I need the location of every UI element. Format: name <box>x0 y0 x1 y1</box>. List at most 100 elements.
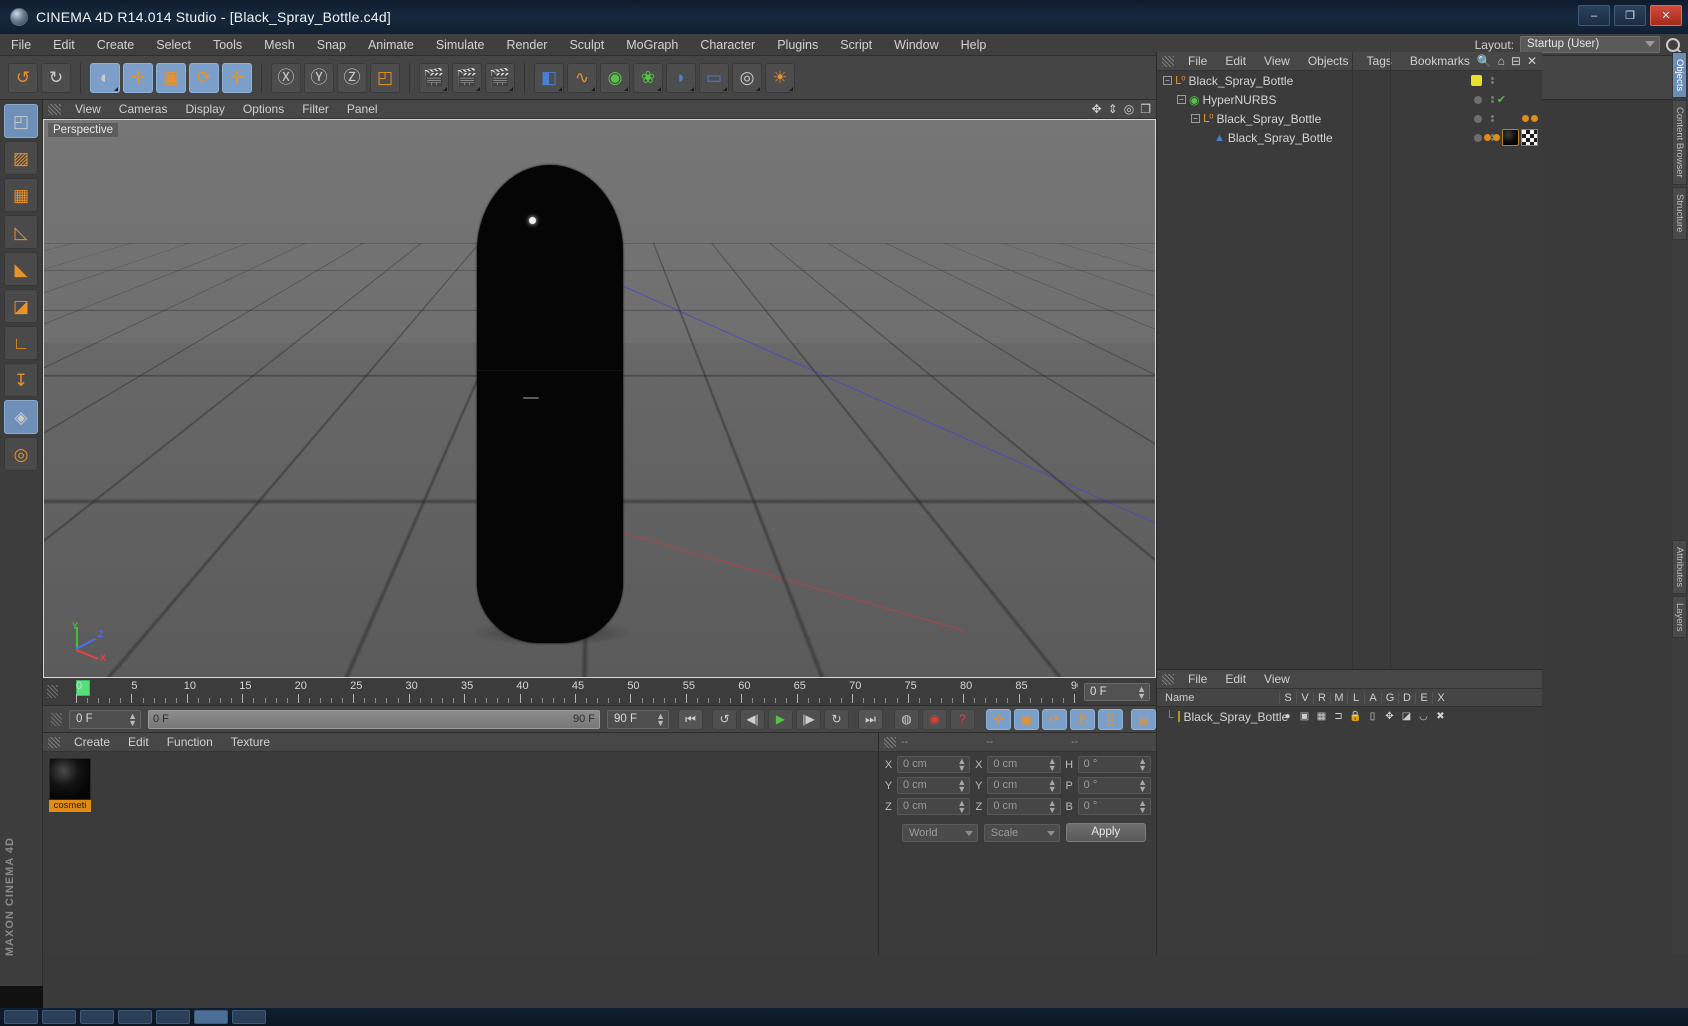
layer-cell-r[interactable]: ▦ <box>1313 711 1330 722</box>
spinner-icon[interactable]: ▲ ▼ <box>128 711 137 727</box>
menu-mesh[interactable]: Mesh <box>253 34 306 56</box>
panel-grip-icon[interactable] <box>1162 673 1174 685</box>
timeline-toggle-button[interactable]: ▤ <box>1131 708 1156 730</box>
viewport-menu-panel[interactable]: Panel <box>338 100 387 119</box>
zoom-icon[interactable]: ⇕ <box>1108 102 1118 116</box>
spinner-icon[interactable]: ▲ ▼ <box>1138 778 1147 794</box>
layer-cell-s[interactable]: ● <box>1279 711 1296 722</box>
minimize-button[interactable]: – <box>1578 5 1610 26</box>
spinner-icon[interactable]: ▲ ▼ <box>1048 757 1057 773</box>
menu-character[interactable]: Character <box>689 34 766 56</box>
black-spray-bottle-model[interactable] <box>477 165 623 643</box>
menu-mograph[interactable]: MoGraph <box>615 34 689 56</box>
workplane-button[interactable]: ∟ <box>4 326 38 360</box>
viewport-menu-view[interactable]: View <box>66 100 110 119</box>
taskbar-item[interactable] <box>80 1010 114 1024</box>
spinner-icon[interactable]: ▲ ▼ <box>957 757 966 773</box>
layer-menu-view[interactable]: View <box>1255 670 1299 689</box>
apply-button[interactable]: Apply <box>1065 823 1146 842</box>
menu-create[interactable]: Create <box>86 34 146 56</box>
layer-cell-x[interactable]: ✖ <box>1432 711 1449 722</box>
object-menu-objects[interactable]: Objects <box>1299 52 1358 71</box>
current-frame-field[interactable]: 0 F ▲ ▼ <box>1084 682 1150 701</box>
next-key-button[interactable]: ↻ <box>824 708 849 730</box>
layer-row[interactable]: └ Black_Spray_Bottle ● ▣ ▦ ⊐ 🔒 ▯ ✥ ◪ ◡ ✖ <box>1157 707 1542 726</box>
playback-end-field[interactable]: 90 F ▲ ▼ <box>607 709 669 729</box>
timeline-trackbar[interactable]: 0 F 90 F <box>148 709 600 729</box>
panel-grip-icon[interactable] <box>48 103 61 115</box>
coordinate-system-dropdown[interactable]: World <box>902 823 978 842</box>
menu-edit[interactable]: Edit <box>42 34 86 56</box>
add-environment-button[interactable]: ▭ <box>699 62 729 93</box>
viewport-canvas[interactable]: Perspective Y X Z <box>43 119 1156 678</box>
viewport-menu-filter[interactable]: Filter <box>293 100 338 119</box>
taskbar-item-active[interactable] <box>194 1010 228 1024</box>
live-selection-button[interactable]: ◐ <box>90 62 120 93</box>
material-menu-edit[interactable]: Edit <box>119 733 158 752</box>
record-position-button[interactable]: ✛ <box>986 708 1011 730</box>
side-tab-attributes[interactable]: Attributes <box>1672 539 1687 594</box>
menu-tools[interactable]: Tools <box>202 34 253 56</box>
maximize-view-icon[interactable]: ❐ <box>1140 102 1151 116</box>
menu-sculpt[interactable]: Sculpt <box>558 34 615 56</box>
enable-axis-button[interactable]: ↧ <box>4 363 38 397</box>
taskbar-item[interactable] <box>4 1010 38 1024</box>
polygons-mode-button[interactable]: ◣ <box>4 252 38 286</box>
spinner-icon[interactable]: ▲ ▼ <box>1138 799 1147 815</box>
points-mode-button[interactable]: ▦ <box>4 178 38 212</box>
layer-menu-file[interactable]: File <box>1179 670 1216 689</box>
object-world-axis-button[interactable]: ◰ <box>370 62 400 93</box>
taskbar-item[interactable] <box>118 1010 152 1024</box>
panel-grip-icon[interactable] <box>884 736 896 748</box>
menu-animate[interactable]: Animate <box>357 34 425 56</box>
transform-mode-dropdown[interactable]: Scale <box>983 823 1060 842</box>
autokey-toggle-button[interactable]: ◍ <box>894 708 919 730</box>
position-z-field[interactable]: 0 cm ▲ ▼ <box>897 798 971 815</box>
spinner-icon[interactable]: ▲ ▼ <box>1048 778 1057 794</box>
viewport-menu-options[interactable]: Options <box>234 100 293 119</box>
layer-cell-a[interactable]: ▯ <box>1364 711 1381 722</box>
panel-grip-icon[interactable] <box>51 712 62 726</box>
record-rotation-button[interactable]: ⟳ <box>1042 708 1067 730</box>
layout-dropdown[interactable]: Startup (User) <box>1520 36 1660 53</box>
move-tool-button[interactable]: ✛ <box>123 62 153 93</box>
menu-select[interactable]: Select <box>145 34 202 56</box>
step-forward-button[interactable]: |▶ <box>796 708 821 730</box>
render-view-button[interactable]: 🎬 <box>419 62 449 93</box>
spinner-icon[interactable]: ▲ ▼ <box>1138 757 1147 773</box>
material-menu-texture[interactable]: Texture <box>222 733 279 752</box>
record-active-objects-button[interactable]: ◉ <box>922 708 947 730</box>
add-deformer-button[interactable]: ◗ <box>666 62 696 93</box>
layer-cell-d[interactable]: ◪ <box>1398 711 1415 722</box>
layer-cell-v[interactable]: ▣ <box>1296 711 1313 722</box>
rotate-tool-button[interactable]: ⟳ <box>189 62 219 93</box>
layer-name-cell[interactable]: └ Black_Spray_Bottle <box>1157 710 1288 724</box>
add-nurbs-button[interactable]: ◉ <box>600 62 630 93</box>
record-scale-button[interactable]: ▣ <box>1014 708 1039 730</box>
add-modeling-object-button[interactable]: ❀ <box>633 62 663 93</box>
rotation-p-field[interactable]: 0 ° ▲ ▼ <box>1077 777 1151 794</box>
lock-x-axis-button[interactable]: Ⓧ <box>271 62 301 93</box>
lock-y-axis-button[interactable]: Ⓨ <box>304 62 334 93</box>
viewport-menu-cameras[interactable]: Cameras <box>110 100 177 119</box>
previous-key-button[interactable]: ↺ <box>712 708 737 730</box>
add-camera-button[interactable]: ◎ <box>732 62 762 93</box>
render-settings-button[interactable]: 🎬 <box>485 62 515 93</box>
spinner-icon[interactable]: ▲ ▼ <box>957 778 966 794</box>
spinner-icon[interactable]: ▲ ▼ <box>656 711 665 727</box>
layer-cell-e[interactable]: ◡ <box>1415 711 1432 722</box>
layer-cell-m[interactable]: ⊐ <box>1330 711 1347 722</box>
render-region-button[interactable]: 🎬 <box>452 62 482 93</box>
size-y-field[interactable]: 0 cm ▲ ▼ <box>987 777 1061 794</box>
edges-mode-button[interactable]: ◺ <box>4 215 38 249</box>
side-tab-layers[interactable]: Layers <box>1672 595 1687 639</box>
position-y-field[interactable]: 0 cm ▲ ▼ <box>897 777 971 794</box>
rotation-h-field[interactable]: 0 ° ▲ ▼ <box>1077 756 1151 773</box>
pan-icon[interactable]: ✥ <box>1092 102 1102 116</box>
taskbar-item[interactable] <box>232 1010 266 1024</box>
world-axis-button[interactable]: ✛ <box>222 62 252 93</box>
point-level-animation-button[interactable]: ⣿ <box>1098 708 1123 730</box>
undo-button[interactable]: ↺ <box>8 62 38 93</box>
menu-snap[interactable]: Snap <box>306 34 357 56</box>
spinner-icon[interactable]: ▲ ▼ <box>957 799 966 815</box>
